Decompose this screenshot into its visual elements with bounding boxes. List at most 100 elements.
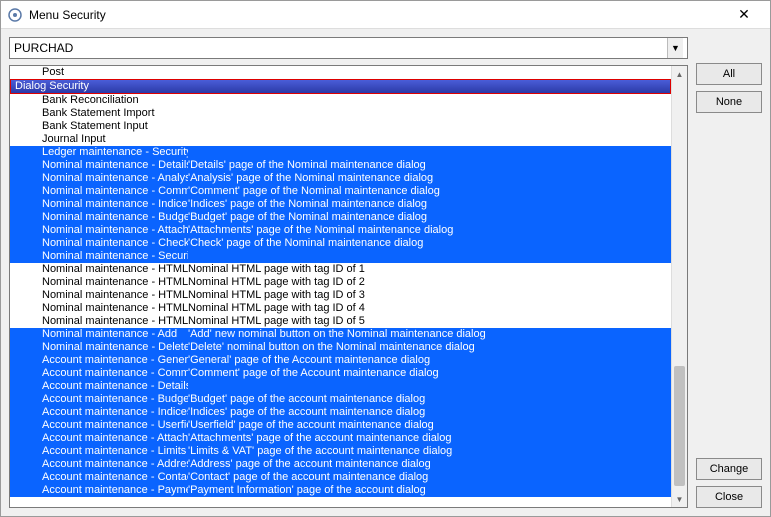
list-item[interactable]: Account maintenance - Indices'Indices' p… — [10, 406, 671, 419]
item-description — [188, 250, 671, 263]
list-item[interactable]: Account maintenance - Userfields'Userfie… — [10, 419, 671, 432]
item-description: 'Attachments' page of the account mainte… — [188, 432, 671, 445]
window-title: Menu Security — [29, 8, 724, 22]
item-label: Bank Statement Input — [12, 120, 188, 133]
list-item[interactable]: Nominal maintenance - HTML tag 1Nominal … — [10, 263, 671, 276]
item-description — [188, 94, 671, 107]
list-item[interactable]: Account maintenance - Limits'Limits & VA… — [10, 445, 671, 458]
app-icon — [7, 7, 23, 23]
list-item[interactable]: Account maintenance - Attachments'Attach… — [10, 432, 671, 445]
list-item[interactable]: Account maintenance - Address'Address' p… — [10, 458, 671, 471]
item-description: 'Budget' page of the Nominal maintenance… — [188, 211, 671, 224]
list-item[interactable]: Nominal maintenance - Details'Details' p… — [10, 159, 671, 172]
combo-value: PURCHAD — [14, 41, 667, 55]
titlebar: Menu Security ✕ — [1, 1, 770, 29]
item-label: Post — [12, 66, 188, 79]
item-label: Account maintenance - Budgets — [12, 393, 188, 406]
item-label: Nominal maintenance - Delete — [12, 341, 188, 354]
item-description: Nominal HTML page with tag ID of 5 — [188, 315, 671, 328]
item-description: Nominal HTML page with tag ID of 2 — [188, 276, 671, 289]
item-label: Nominal maintenance - HTML tag 3 — [12, 289, 188, 302]
list-item[interactable]: Nominal maintenance - Analysis'Analysis'… — [10, 172, 671, 185]
item-label: Bank Reconciliation — [12, 94, 188, 107]
list-item[interactable]: Nominal maintenance - Delete'Delete' nom… — [10, 341, 671, 354]
close-button[interactable]: Close — [696, 486, 762, 508]
security-list: PostDialog SecurityBank ReconciliationBa… — [9, 65, 688, 508]
item-description: 'Attachments' page of the Nominal mainte… — [188, 224, 671, 237]
list-item[interactable]: Account maintenance - Payment Informatio… — [10, 484, 671, 497]
item-description: 'Delete' nominal button on the Nominal m… — [188, 341, 671, 354]
item-label: Bank Statement Import — [12, 107, 188, 120]
item-label: Account maintenance - Address — [12, 458, 188, 471]
item-description: 'Add' new nominal button on the Nominal … — [188, 328, 671, 341]
list-item[interactable]: Bank Statement Input — [10, 120, 671, 133]
item-description: 'Budget' page of the account maintenance… — [188, 393, 671, 406]
item-label: Nominal maintenance - Budget — [12, 211, 188, 224]
item-label: Account maintenance - Payment Informatio… — [12, 484, 188, 497]
item-label: Nominal maintenance - HTML tag 1 — [12, 263, 188, 276]
scroll-up-icon[interactable]: ▲ — [672, 66, 687, 82]
user-combo[interactable]: PURCHAD ▼ — [9, 37, 688, 59]
item-label: Nominal maintenance - Add — [12, 328, 188, 341]
chevron-down-icon[interactable]: ▼ — [667, 38, 683, 58]
item-label: Account maintenance - Attachments — [12, 432, 188, 445]
left-pane: PURCHAD ▼ PostDialog SecurityBank Reconc… — [9, 37, 688, 508]
close-icon[interactable]: ✕ — [724, 1, 764, 29]
list-item[interactable]: Nominal maintenance - Check'Check' page … — [10, 237, 671, 250]
list-item[interactable]: Nominal maintenance - Budget'Budget' pag… — [10, 211, 671, 224]
item-description — [188, 107, 671, 120]
scroll-down-icon[interactable]: ▼ — [672, 491, 687, 507]
item-description: 'Details' page of the Nominal maintenanc… — [188, 159, 671, 172]
item-description: Nominal HTML page with tag ID of 3 — [188, 289, 671, 302]
item-label: Account maintenance - Comment — [12, 367, 188, 380]
item-label: Account maintenance - Contact — [12, 471, 188, 484]
menu-security-window: Menu Security ✕ PURCHAD ▼ PostDialog Sec… — [0, 0, 771, 517]
item-description: 'Comment' page of the Account maintenanc… — [188, 367, 671, 380]
list-item[interactable]: Account maintenance - Details — [10, 380, 671, 393]
list-item[interactable]: Nominal maintenance - HTML tag 5Nominal … — [10, 315, 671, 328]
list-item[interactable]: Bank Statement Import — [10, 107, 671, 120]
item-description: 'Indices' page of the Nominal maintenanc… — [188, 198, 671, 211]
list-item[interactable]: Nominal maintenance - HTML tag 2Nominal … — [10, 276, 671, 289]
list-item[interactable]: Account maintenance - Budgets'Budget' pa… — [10, 393, 671, 406]
list-item[interactable]: Post — [10, 66, 671, 79]
list-item[interactable]: Nominal maintenance - Indices'Indices' p… — [10, 198, 671, 211]
item-label: Account maintenance - General — [12, 354, 188, 367]
item-description: 'General' page of the Account maintenanc… — [188, 354, 671, 367]
list-item[interactable]: Ledger maintenance - Security — [10, 146, 671, 159]
list-item[interactable]: Nominal maintenance - Comment'Comment' p… — [10, 185, 671, 198]
list-item[interactable]: Nominal maintenance - HTML tag 3Nominal … — [10, 289, 671, 302]
scroll-thumb[interactable] — [674, 366, 685, 486]
item-description — [188, 380, 671, 393]
item-description: 'Analysis' page of the Nominal maintenan… — [188, 172, 671, 185]
item-label: Nominal maintenance - HTML tag 4 — [12, 302, 188, 315]
dialog-body: PURCHAD ▼ PostDialog SecurityBank Reconc… — [1, 29, 770, 516]
all-button[interactable]: All — [696, 63, 762, 85]
item-description — [188, 146, 671, 159]
item-description — [189, 80, 670, 93]
section-header[interactable]: Dialog Security — [10, 79, 671, 94]
none-button[interactable]: None — [696, 91, 762, 113]
vertical-scrollbar[interactable]: ▲ ▼ — [671, 66, 687, 507]
list-item[interactable]: Account maintenance - Contact'Contact' p… — [10, 471, 671, 484]
item-label: Nominal maintenance - Analysis — [12, 172, 188, 185]
list-item[interactable]: Journal Input — [10, 133, 671, 146]
change-button[interactable]: Change — [696, 458, 762, 480]
list-item[interactable]: Nominal maintenance - HTML tag 4Nominal … — [10, 302, 671, 315]
item-label: Nominal maintenance - Security — [12, 250, 188, 263]
item-description: 'Limits & VAT' page of the account maint… — [188, 445, 671, 458]
list-item[interactable]: Account maintenance - General'General' p… — [10, 354, 671, 367]
list-item[interactable]: Nominal maintenance - Security — [10, 250, 671, 263]
list-item[interactable]: Bank Reconciliation — [10, 94, 671, 107]
list-item[interactable]: Nominal maintenance - Attachments'Attach… — [10, 224, 671, 237]
item-label: Account maintenance - Userfields — [12, 419, 188, 432]
item-label: Nominal maintenance - Indices — [12, 198, 188, 211]
button-spacer — [696, 119, 762, 452]
list-item[interactable]: Account maintenance - Comment'Comment' p… — [10, 367, 671, 380]
item-label: Account maintenance - Indices — [12, 406, 188, 419]
list-item[interactable]: Nominal maintenance - Add'Add' new nomin… — [10, 328, 671, 341]
item-description: 'Contact' page of the account maintenanc… — [188, 471, 671, 484]
list-viewport[interactable]: PostDialog SecurityBank ReconciliationBa… — [10, 66, 671, 507]
item-label: Account maintenance - Details — [12, 380, 188, 393]
item-description: 'Payment Information' page of the accoun… — [188, 484, 671, 497]
